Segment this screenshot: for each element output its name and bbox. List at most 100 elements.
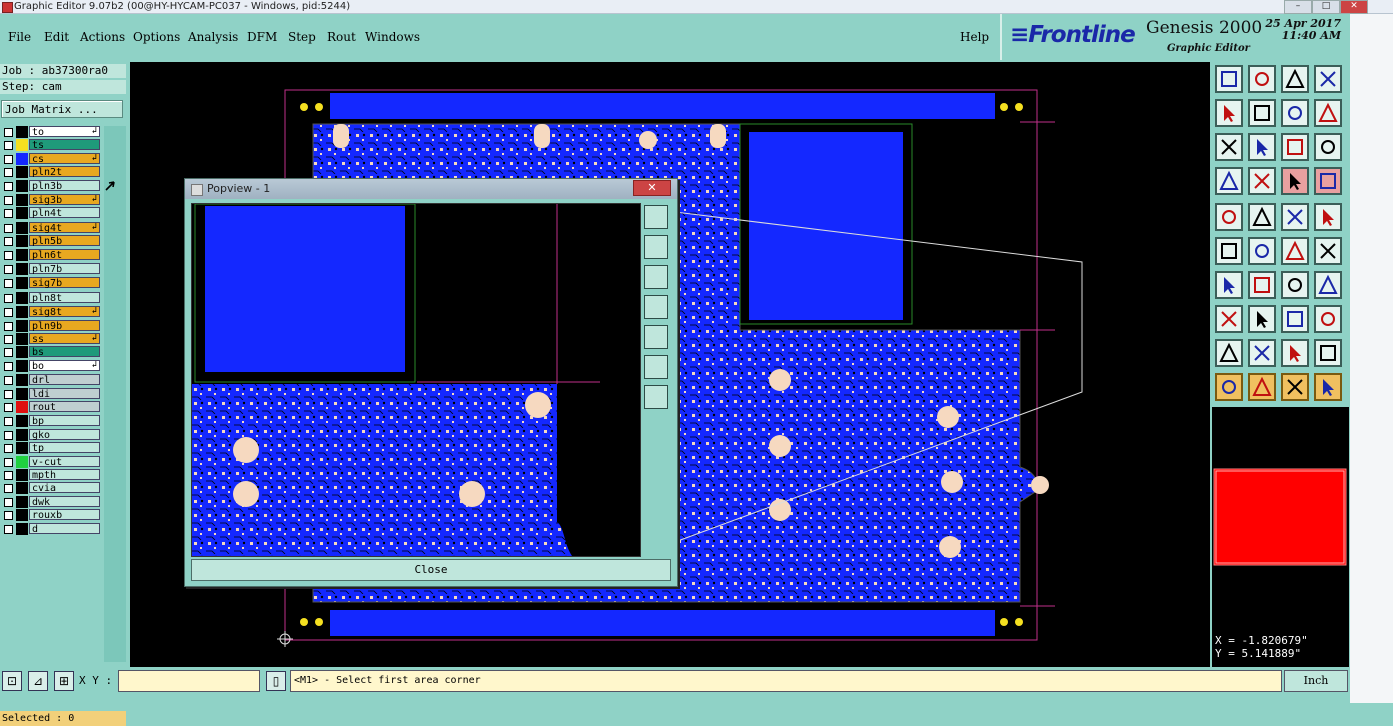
popview-pan-down-button[interactable] <box>644 265 668 289</box>
layer-name[interactable]: ss ↲ <box>29 333 100 345</box>
layer-name[interactable]: d <box>29 523 100 535</box>
layer-row[interactable]: sig3b ↲ <box>0 194 102 206</box>
layer-name[interactable]: pln3b <box>29 180 100 192</box>
popview-titlebar[interactable]: Popview - 1 ✕ <box>185 179 677 199</box>
route2-icon[interactable] <box>1314 167 1342 195</box>
info-icon-button[interactable]: ▯ <box>266 671 286 691</box>
layer-name[interactable]: to ↲ <box>29 126 100 138</box>
angle-icon[interactable] <box>1215 271 1243 299</box>
pointer-icon[interactable] <box>1215 373 1243 401</box>
layer-color-swatch[interactable] <box>16 523 28 535</box>
layer-checkbox[interactable] <box>4 209 13 218</box>
layer-row[interactable]: pln2t <box>0 166 102 178</box>
layer-checkbox[interactable] <box>4 182 13 191</box>
layer-color-swatch[interactable] <box>16 415 28 427</box>
close-window-button[interactable]: ✕ <box>1340 0 1368 14</box>
layer-color-swatch[interactable] <box>16 374 28 386</box>
route-icon[interactable] <box>1281 167 1309 195</box>
layer-row[interactable]: ts <box>0 139 102 151</box>
layer-checkbox[interactable] <box>4 376 13 385</box>
popview-pan-right-button[interactable] <box>644 325 668 349</box>
menu-windows[interactable]: Windows <box>365 30 420 44</box>
diag-icon[interactable] <box>1248 271 1276 299</box>
layer-row[interactable]: pln7b <box>0 263 102 275</box>
layer-row[interactable]: pln8t <box>0 292 102 304</box>
layer-checkbox[interactable] <box>4 390 13 399</box>
group-icon[interactable] <box>1314 305 1342 333</box>
menu-help[interactable]: Help <box>960 30 989 44</box>
layer-checkbox[interactable] <box>4 348 13 357</box>
job-matrix-button[interactable]: Job Matrix ... <box>1 100 123 118</box>
layer-color-swatch[interactable] <box>16 249 28 261</box>
dash-icon[interactable] <box>1248 305 1276 333</box>
layer-color-swatch[interactable] <box>16 442 28 454</box>
layer-name[interactable]: cvia <box>29 482 100 494</box>
layer-color-swatch[interactable] <box>16 277 28 289</box>
layer-row[interactable]: sig7b <box>0 277 102 289</box>
layer-row[interactable]: gko <box>0 429 102 441</box>
layer-color-swatch[interactable] <box>16 306 28 318</box>
layer-name[interactable]: bs <box>29 346 100 358</box>
menu-actions[interactable]: Actions <box>80 30 125 44</box>
layer-view-icon[interactable] <box>1248 65 1276 93</box>
layer-checkbox[interactable] <box>4 308 13 317</box>
layer-checkbox[interactable] <box>4 155 13 164</box>
tri2-icon[interactable] <box>1248 339 1276 367</box>
tri3-icon[interactable] <box>1281 339 1309 367</box>
layer-name[interactable]: pln7b <box>29 263 100 275</box>
layer-color-swatch[interactable] <box>16 333 28 345</box>
layer-checkbox[interactable] <box>4 484 13 493</box>
menu-analysis[interactable]: Analysis <box>188 30 238 44</box>
zoom-right-icon[interactable] <box>1248 99 1276 127</box>
zoom-left-icon[interactable] <box>1215 99 1243 127</box>
layer-color-swatch[interactable] <box>16 126 28 138</box>
layer-name[interactable]: bp <box>29 415 100 427</box>
dot-icon[interactable] <box>1314 203 1342 231</box>
layer-name[interactable]: ldi <box>29 388 100 400</box>
unit-selector[interactable]: Inch <box>1284 670 1348 692</box>
pointer2-icon[interactable] <box>1248 373 1276 401</box>
layer-color-swatch[interactable] <box>16 388 28 400</box>
layer-checkbox[interactable] <box>4 237 13 246</box>
snap-icon-button[interactable]: ⊡ <box>2 671 22 691</box>
layer-checkbox[interactable] <box>4 417 13 426</box>
select-line-icon[interactable] <box>1248 203 1276 231</box>
layer-row[interactable]: pln9b <box>0 320 102 332</box>
arc-icon[interactable] <box>1281 271 1309 299</box>
cross-icon[interactable] <box>1248 237 1276 265</box>
layer-name[interactable]: v-cut <box>29 456 100 468</box>
layer-checkbox[interactable] <box>4 335 13 344</box>
layer-color-swatch[interactable] <box>16 456 28 468</box>
layer-checkbox[interactable] <box>4 511 13 520</box>
layer-color-swatch[interactable] <box>16 469 28 481</box>
popview-pan-up-button[interactable] <box>644 235 668 259</box>
tri1-icon[interactable] <box>1215 339 1243 367</box>
layer-name[interactable]: ts <box>29 139 100 151</box>
minimap[interactable] <box>1212 407 1349 632</box>
layer-color-swatch[interactable] <box>16 482 28 494</box>
layer-name[interactable]: pln9b <box>29 320 100 332</box>
grid-tool-icon[interactable] <box>1248 167 1276 195</box>
help-icon[interactable] <box>1314 133 1342 161</box>
layer-name[interactable]: dwk <box>29 496 100 508</box>
layer-checkbox[interactable] <box>4 141 13 150</box>
measure-icon-button[interactable]: ⊿ <box>28 671 48 691</box>
grid-icon-button[interactable]: ⊞ <box>54 671 74 691</box>
layer-color-swatch[interactable] <box>16 207 28 219</box>
popview-pan-left-button[interactable] <box>644 295 668 319</box>
xy-input[interactable] <box>118 670 260 692</box>
layer-checkbox[interactable] <box>4 458 13 467</box>
layer-checkbox[interactable] <box>4 322 13 331</box>
ratio-icon[interactable] <box>1281 133 1309 161</box>
layer-name[interactable]: bo ↲ <box>29 360 100 372</box>
layer-row[interactable]: cvia <box>0 482 102 494</box>
minimize-button[interactable]: – <box>1284 0 1312 14</box>
popview-zoom-out-button[interactable] <box>644 385 668 409</box>
board-view-icon[interactable] <box>1215 65 1243 93</box>
layer-checkbox[interactable] <box>4 196 13 205</box>
layer-checkbox[interactable] <box>4 265 13 274</box>
layer-row[interactable]: ss ↲ <box>0 333 102 345</box>
ruler-icon[interactable] <box>1281 203 1309 231</box>
popview-canvas[interactable] <box>191 203 641 557</box>
layer-name[interactable]: pln4t <box>29 207 100 219</box>
